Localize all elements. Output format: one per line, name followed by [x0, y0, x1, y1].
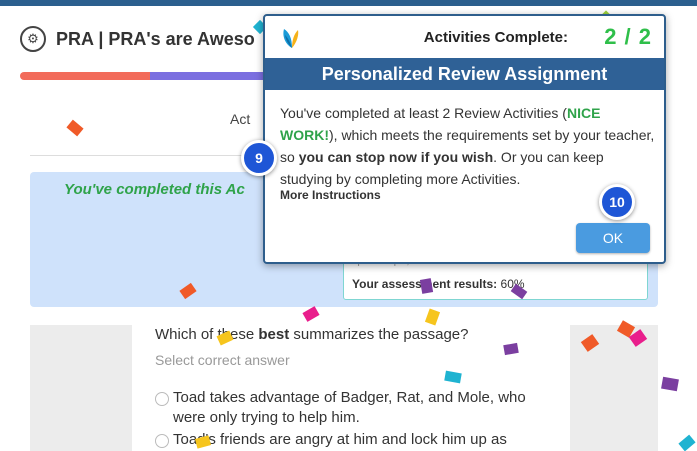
confetti-piece [419, 278, 434, 294]
question-instruction: Select correct answer [155, 352, 290, 368]
brain-icon: ⚙ [20, 26, 46, 52]
step-badge-9: 9 [241, 140, 277, 176]
divider [30, 155, 270, 156]
answer-option[interactable]: Toad's friends are angry at him and lock… [155, 430, 533, 450]
confetti-piece [302, 306, 320, 322]
progress-segment-1 [20, 72, 150, 80]
confetti-piece [66, 119, 84, 137]
page-title: PRA | PRA's are Aweso [56, 28, 255, 49]
stop-now-text: you can stop now if you wish [298, 149, 494, 165]
radio-button[interactable] [155, 434, 169, 448]
answer-option-text: Toad's friends are angry at him and lock… [173, 431, 507, 448]
ok-button[interactable]: OK [576, 223, 650, 253]
modal-header: Activities Complete: 2 / 2 [265, 16, 664, 58]
assessment-results: Your assessment results: 60% [352, 277, 525, 291]
butterfly-logo-icon [283, 29, 299, 48]
answer-option[interactable]: Toad takes advantage of Badger, Rat, and… [155, 388, 533, 428]
confetti-piece [503, 342, 519, 356]
confetti-piece [678, 434, 696, 451]
confetti-piece [424, 308, 441, 326]
confetti-piece [444, 370, 462, 384]
completion-modal: Activities Complete: 2 / 2 Personalized … [263, 14, 666, 264]
radio-button[interactable] [155, 392, 169, 406]
activities-tab[interactable]: Act [230, 111, 250, 127]
confetti-piece [661, 376, 679, 392]
left-gutter [30, 325, 132, 451]
question-text: Which of these best summarizes the passa… [155, 326, 469, 343]
progress-bar [20, 72, 270, 80]
top-accent-bar [0, 0, 697, 6]
activities-complete-count: 2 / 2 [604, 24, 652, 49]
page-header: ⚙ PRA | PRA's are Aweso [20, 22, 255, 56]
step-badge-10: 10 [599, 184, 635, 220]
modal-message: You've completed at least 2 Review Activ… [280, 105, 655, 187]
modal-title: Personalized Review Assignment [265, 58, 664, 90]
completed-message: You've completed this Ac [64, 181, 245, 198]
question-emphasis: best [258, 326, 290, 343]
activities-complete-label: Activities Complete: [423, 29, 568, 46]
answer-option-text: Toad takes advantage of Badger, Rat, and… [173, 389, 526, 426]
progress-segment-2 [150, 72, 270, 80]
more-instructions-link[interactable]: More Instructions [280, 188, 381, 202]
